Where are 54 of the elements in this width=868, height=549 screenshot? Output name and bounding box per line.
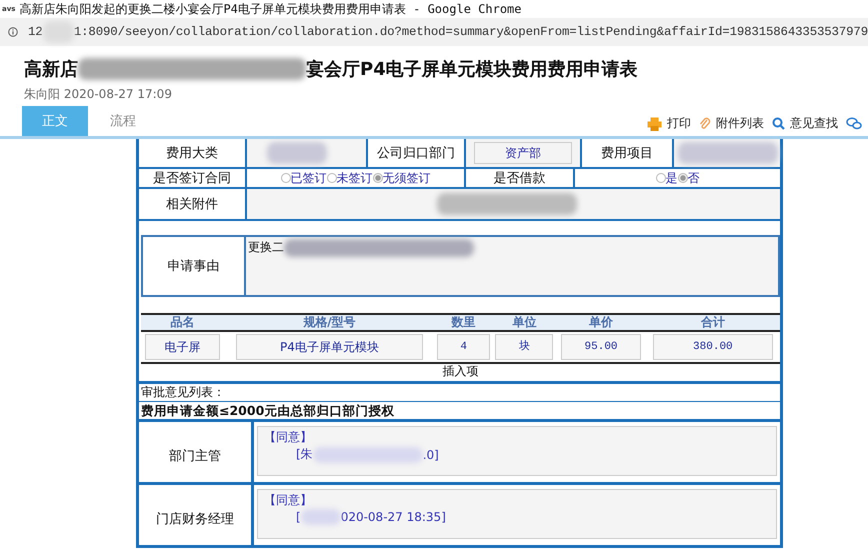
table-cell[interactable]: 4 [437, 334, 490, 360]
insert-item-link[interactable]: 插入项 [442, 364, 478, 378]
column-header: 单位 [511, 315, 538, 330]
document-title: 高新店 [24, 58, 78, 81]
radio-button[interactable] [656, 173, 666, 183]
author-date: 朱向阳 2020-08-27 17:09 [24, 86, 173, 103]
chat-icon[interactable] [846, 117, 862, 130]
blurred-region [300, 509, 341, 525]
table-cell[interactable]: 95.00 [560, 334, 642, 360]
column-header: 规格/型号 [302, 315, 357, 330]
url-text[interactable]: 12 [28, 25, 43, 39]
opinion-verdict: 【同意】 [264, 493, 312, 507]
radio-button[interactable] [372, 173, 382, 183]
blurred-region [267, 142, 327, 164]
toolbar-link[interactable]: 附件列表 [716, 115, 764, 132]
document-title: 宴会厅P4电子屏单元模块费用费用申请表 [306, 58, 638, 81]
url-text[interactable]: 1:8090/seeyon/collaboration/collaboration.do?method=summary&openFrom=listPending&affairId=1983158643353537979 [74, 25, 868, 39]
section-title: 审批意见列表： [139, 384, 780, 402]
radio-label[interactable]: 无须签订 [382, 170, 430, 186]
window-title: 高新店朱向阳发起的更换二楼小宴会厅P4电子屏单元模块费用费用申请表 - Google Chrome [19, 0, 522, 18]
toolbar-link[interactable]: 打印 [667, 115, 691, 132]
radio-label[interactable]: 未签订 [336, 170, 372, 186]
radio-label[interactable]: 是 [666, 170, 678, 186]
field-label: 是否签订合同 [139, 169, 246, 188]
radio-button[interactable] [326, 173, 336, 183]
opinion-verdict: 【同意】 [264, 430, 312, 444]
tab[interactable]: 流程 [90, 106, 156, 136]
radio-label[interactable]: 否 [688, 170, 700, 186]
field-label: 费用大类 [139, 139, 246, 168]
signature-text: 020-08-27 18:35] [340, 510, 446, 524]
signature-text: .0] [422, 448, 439, 462]
column-header: 单价 [588, 315, 614, 330]
radio-label[interactable]: 已签订 [290, 170, 326, 186]
signature-text: [ [296, 510, 301, 524]
column-header: 合计 [700, 315, 726, 330]
table-cell[interactable]: 块 [495, 334, 554, 360]
search-icon[interactable] [772, 117, 785, 130]
field-label: 相关附件 [139, 189, 246, 220]
column-header: 数里 [450, 315, 477, 330]
table-cell[interactable]: 380.00 [652, 334, 773, 360]
radio-button[interactable] [280, 173, 290, 183]
department-field[interactable]: 资产部 [474, 142, 572, 164]
table-cell[interactable]: P4电子屏单元模块 [236, 334, 424, 360]
table-cell[interactable]: 电子屏 [144, 334, 220, 360]
approver-role: 部门主管 [139, 422, 254, 482]
approver-role: 门店财务经理 [139, 485, 254, 545]
info-icon[interactable] [8, 25, 18, 39]
printer-icon[interactable] [647, 116, 662, 130]
radio-button[interactable] [678, 173, 688, 183]
toolbar-link[interactable]: 意见查找 [790, 115, 838, 132]
paperclip-icon[interactable] [699, 116, 711, 130]
signature-text: [朱 [296, 446, 313, 463]
approval-rule: 费用申请金额≤2000元由总部归口部门授权 [139, 402, 780, 422]
column-header: 品名 [170, 315, 196, 330]
